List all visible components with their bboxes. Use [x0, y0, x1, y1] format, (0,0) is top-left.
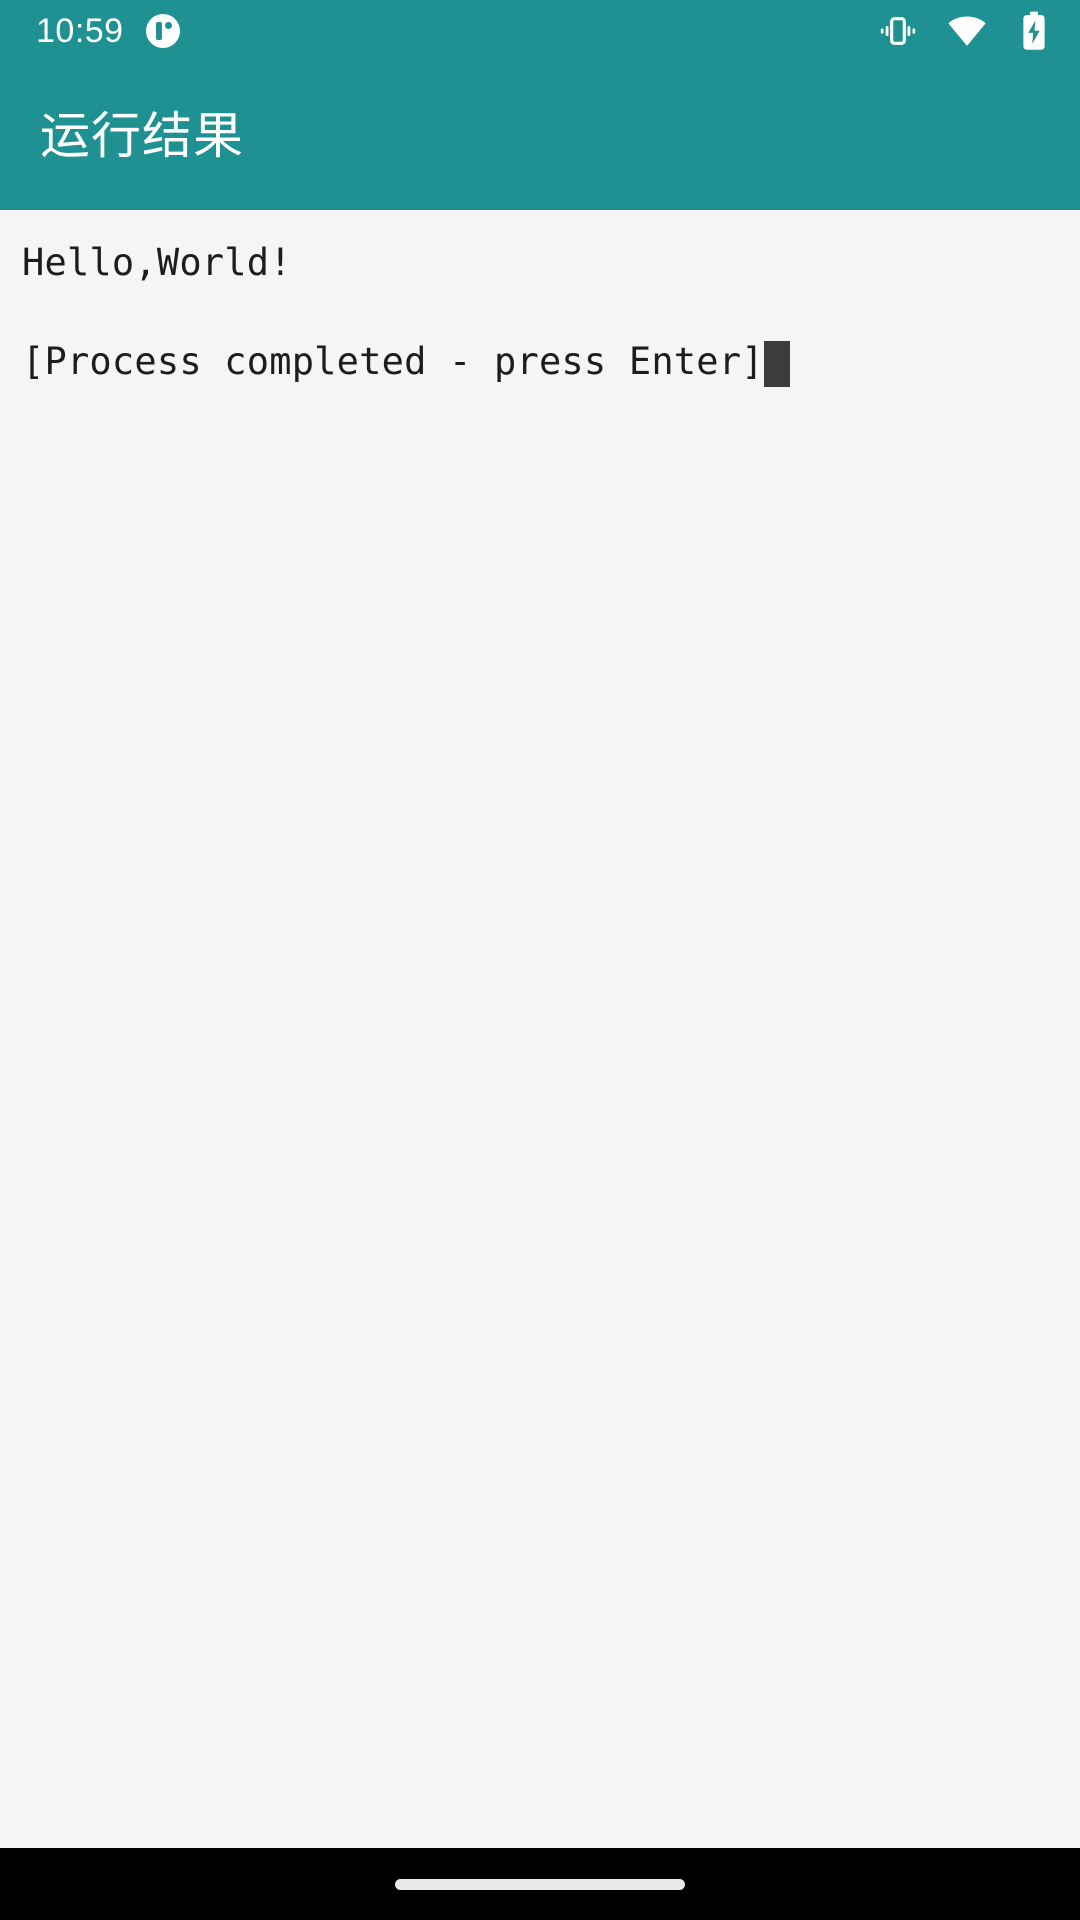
- output-line-process: [Process completed - press Enter]: [22, 340, 764, 383]
- home-gesture-pill[interactable]: [395, 1878, 685, 1890]
- navigation-bar: [0, 1848, 1080, 1920]
- status-clock: 10:59: [36, 12, 124, 50]
- terminal-output[interactable]: Hello,World! [Process completed - press …: [0, 210, 1080, 1848]
- wifi-icon: [946, 10, 988, 52]
- output-line-hello: Hello,World!: [22, 241, 292, 284]
- output-line-process-row: [Process completed - press Enter]: [22, 340, 1058, 389]
- phone-screen: 10:59 运行结果 Hello,World! [Process complet…: [0, 0, 1080, 1920]
- status-bar-right: [878, 10, 1052, 52]
- terminal-cursor: [763, 341, 790, 387]
- battery-charging-icon: [1016, 11, 1052, 51]
- app-bar: 运行结果: [0, 62, 1080, 210]
- app-circle-icon: [145, 14, 180, 48]
- status-bar: 10:59: [0, 0, 1080, 62]
- vibrate-icon: [878, 11, 918, 51]
- page-title: 运行结果: [40, 107, 244, 164]
- status-bar-left: 10:59: [36, 14, 180, 48]
